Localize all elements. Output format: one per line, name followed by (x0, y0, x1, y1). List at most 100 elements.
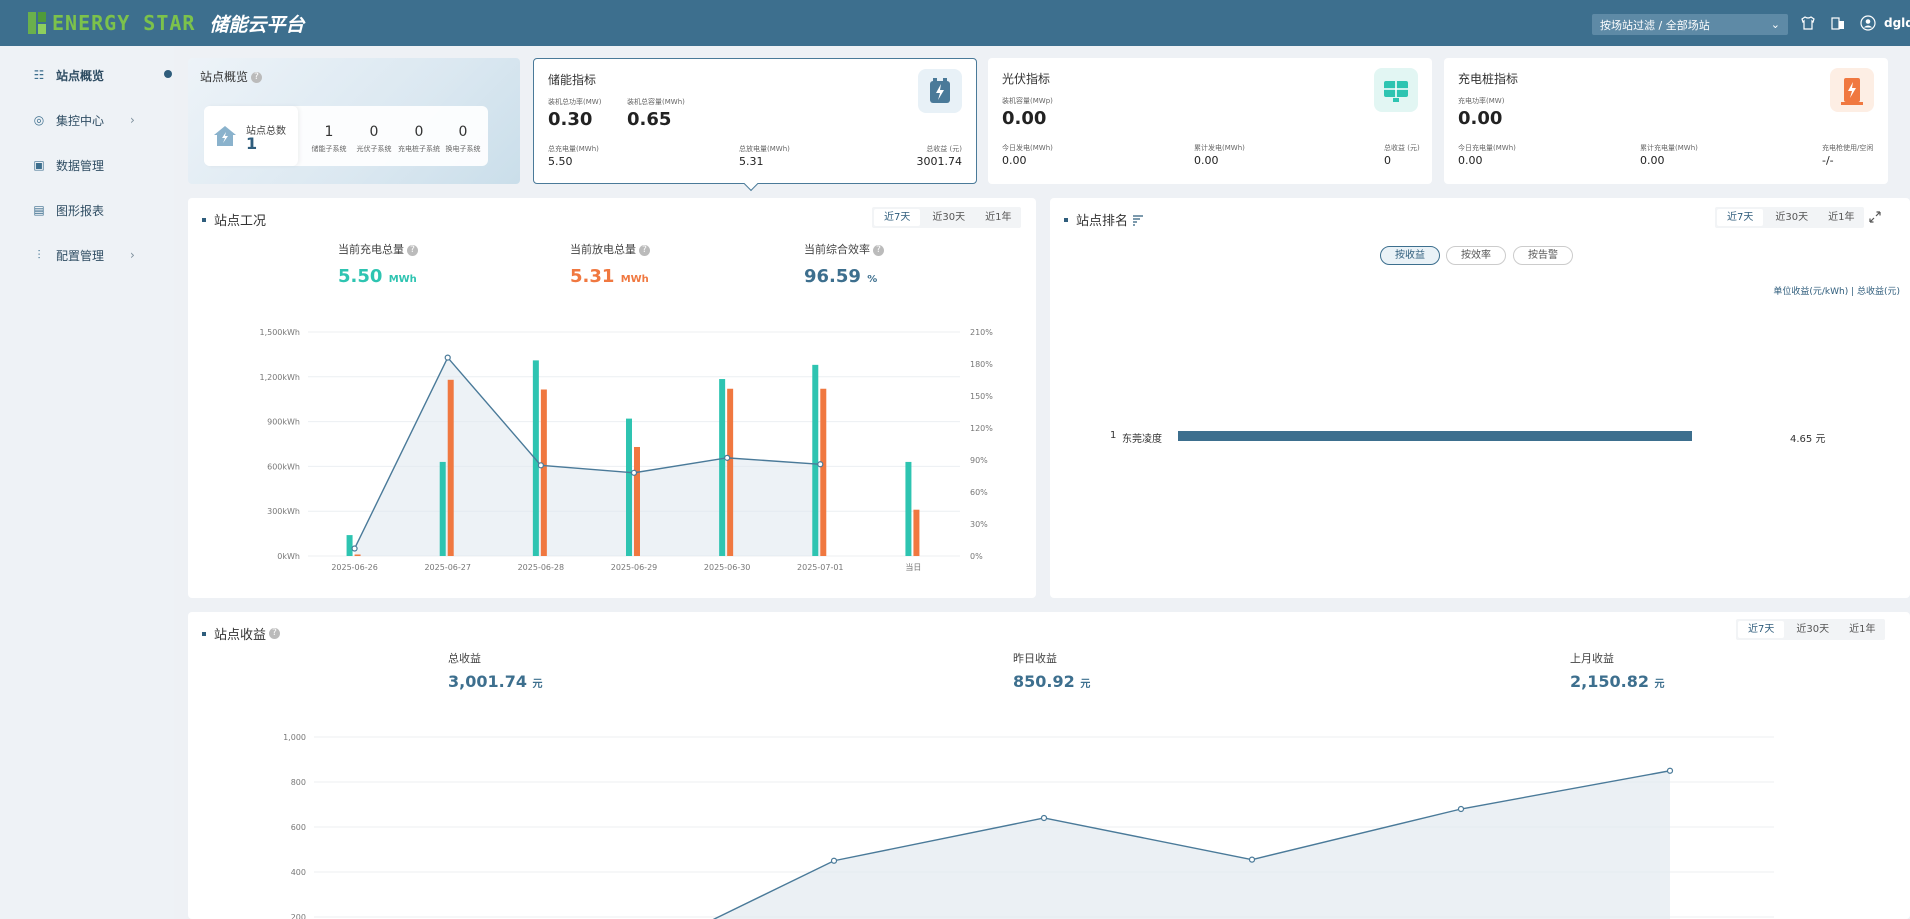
sidebar-item-reports[interactable]: ▤ 图形报表 (0, 188, 174, 232)
x-tick-label: 当日 (905, 562, 921, 572)
y-tick-label: 600kWh (267, 462, 300, 471)
x-tick-label: 2025-06-28 (518, 563, 565, 572)
discharge-bar (354, 554, 361, 556)
income-point (1040, 814, 1048, 822)
report-icon: ▤ (33, 203, 45, 217)
y-tick-label: 800 (291, 778, 306, 787)
y2-tick-label: 30% (970, 520, 988, 529)
status-chart: 0kWh 300kWh 600kWh 900kWh 1,200kWh 1,500kWh 0%… (259, 328, 993, 572)
rank-value: 4.65 元 (1790, 434, 1826, 445)
charge-bar (905, 461, 912, 556)
chevron-right-icon: › (130, 248, 135, 262)
filter-by-income[interactable]: 按收益 (1380, 246, 1440, 265)
income-point (830, 857, 838, 864)
overview-total: 站点总数 1 (204, 106, 298, 166)
shirt-icon[interactable] (1800, 15, 1816, 31)
sidebar-item-control[interactable]: ◎ 集控中心 › (0, 98, 174, 142)
platform-name: 储能云平台 (209, 13, 305, 36)
sidebar-item-config[interactable]: ⫶ 配置管理 › (0, 233, 174, 277)
site-filter-select[interactable]: 按场站过滤 / 全部场站 ⌄ (1592, 14, 1788, 35)
discharge-bar (820, 388, 827, 556)
charger-util-value: -/- (1822, 154, 1834, 167)
system-label: 充电桩子系统 (398, 145, 440, 153)
charge-bar (719, 379, 726, 556)
rank-number: 1 (1110, 430, 1117, 441)
income-point (1457, 805, 1465, 813)
storage-title: 储能指标 (548, 73, 597, 87)
discharge-bar (727, 388, 734, 556)
x-tick-label: 2025-06-29 (611, 563, 658, 572)
storage-metrics-card[interactable]: 储能指标 装机总功率(MW) 0.30 装机总容量(MWh) 0.65 总充电量… (533, 58, 977, 192)
efficiency-area (354, 357, 821, 556)
control-icon: ◎ (33, 113, 45, 127)
y2-tick-label: 60% (970, 488, 988, 497)
sidebar-item-overview[interactable]: ☷ 站点概览 (0, 53, 174, 97)
pv-title: 光伏指标 (1002, 72, 1051, 86)
y-tick-label: 400 (291, 868, 306, 877)
y2-tick-label: 120% (970, 424, 993, 433)
y-tick-label: 1,500kWh (259, 328, 300, 337)
sidebar: ☷ 站点概览 ◎ 集控中心 › ▣ 数据管理 ▤ 图形报表 ⫶ 配置管理 › (0, 46, 174, 919)
charger-util-label: 充电枪使用/空闲 (1822, 144, 1874, 152)
pv-metrics-card[interactable]: 光伏指标 装机容量(MWp) 0.00 今日发电(MWh) 0.00 累计发电(… (988, 58, 1432, 184)
user-name[interactable]: dgld (1884, 16, 1910, 30)
x-tick-label: 2025-07-01 (797, 563, 844, 572)
logo: ENERGY STAR (28, 11, 195, 35)
system-label: 储能子系统 (311, 145, 347, 153)
efficiency-point (537, 462, 544, 469)
overview-card: 站点概览? 站点总数 1 1 0 0 0 储能子系统 光伏子系统 充电桩子系统 … (188, 58, 520, 184)
y-tick-label: 900kWh (267, 418, 300, 427)
rank-site-name: 东莞凌度 (1122, 434, 1162, 445)
filter-by-efficiency[interactable]: 按效率 (1446, 246, 1506, 265)
income-label: 总收益 (元) (926, 145, 962, 153)
x-tick-label: 2025-06-27 (424, 563, 471, 572)
income-value: 3001.74 (916, 155, 963, 168)
charger-today-label: 今日充电量(MWh) (1458, 144, 1516, 152)
filter-by-alarm[interactable]: 按告警 (1513, 246, 1573, 265)
charger-power-value: 0.00 (1458, 108, 1503, 129)
sort-icon[interactable] (1132, 214, 1144, 226)
discharge-label: 总放电量(MWh) (739, 145, 790, 153)
charger-metrics-card[interactable]: 充电桩指标 充电功率(MW) 0.00 今日充电量(MWh) 0.00 累计充电… (1444, 58, 1888, 184)
active-indicator (164, 70, 172, 78)
pv-today-value: 0.00 (1002, 154, 1027, 167)
logo-text: ENERGY STAR (52, 11, 196, 35)
tree-icon: ☷ (33, 68, 45, 82)
income-chart: 200 400 600 800 1,000 (283, 733, 1774, 919)
x-tick-label: 2025-06-26 (331, 563, 378, 572)
charger-icon (1830, 68, 1874, 112)
income-area (714, 770, 1670, 919)
charger-power-label: 充电功率(MW) (1458, 97, 1505, 105)
tab-7d[interactable]: 近7天 (1717, 209, 1764, 226)
pv-capacity-value: 0.00 (1002, 108, 1047, 129)
y-tick-label: 300kWh (267, 507, 300, 516)
tab-1y[interactable]: 近1年 (1818, 207, 1864, 228)
system-label: 光伏子系统 (356, 145, 392, 153)
sidebar-item-label: 图形报表 (56, 203, 105, 218)
home-icon (214, 126, 236, 146)
user-avatar-icon[interactable] (1860, 15, 1876, 31)
income-point (1666, 767, 1674, 774)
sidebar-item-data[interactable]: ▣ 数据管理 (0, 143, 174, 187)
efficiency-point (351, 545, 358, 552)
expand-icon[interactable] (1868, 210, 1882, 224)
system-label: 换电子系统 (445, 145, 481, 153)
chevron-down-icon: ⌄ (1770, 18, 1780, 31)
system-count: 0 (458, 124, 468, 140)
site-ranking-panel: 站点排名 近7天 近30天 近1年 按收益 按效率 按告警 单位收益(元/kWh… (1050, 198, 1910, 598)
tab-30d[interactable]: 近30天 (1765, 207, 1818, 228)
help-icon[interactable]: ? (251, 72, 263, 83)
building-icon[interactable] (1830, 15, 1846, 31)
income-point (1248, 856, 1256, 863)
charge-bar (439, 461, 446, 556)
system-count: 0 (369, 124, 379, 140)
y2-tick-label: 0% (970, 552, 983, 561)
site-income-panel: 站点收益? 近7天 近30天 近1年 总收益 3,001.74 元 昨日收益 8… (188, 612, 1910, 919)
pv-income-value: 0 (1384, 154, 1391, 167)
y-tick-label: 1,200kWh (259, 373, 300, 382)
discharge-bar (913, 509, 920, 556)
power-value: 0.30 (548, 109, 593, 130)
y2-tick-label: 150% (970, 392, 993, 401)
total-value: 1 (246, 134, 258, 153)
site-status-panel: 站点工况 近7天 近30天 近1年 当前充电总量? 5.50 MWh 当前放电总… (188, 198, 1036, 598)
